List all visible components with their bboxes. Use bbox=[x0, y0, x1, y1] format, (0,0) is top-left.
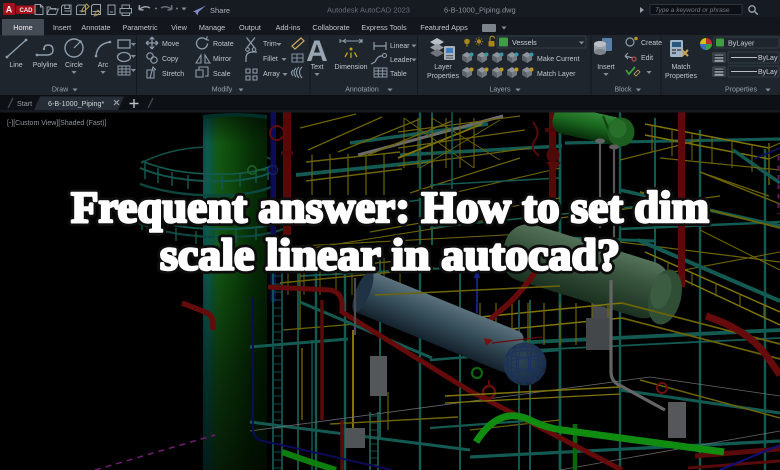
svg-text:ByLayer: ByLayer bbox=[728, 39, 755, 48]
svg-text:Trim: Trim bbox=[263, 41, 277, 48]
svg-text:Text: Text bbox=[311, 64, 324, 71]
svg-text:Properties: Properties bbox=[725, 87, 757, 94]
svg-text:Annotate: Annotate bbox=[81, 23, 110, 32]
svg-text:Insert: Insert bbox=[53, 23, 71, 32]
svg-text:Create: Create bbox=[641, 40, 662, 47]
svg-text:Share: Share bbox=[210, 6, 230, 15]
svg-text:Home: Home bbox=[13, 23, 32, 32]
svg-text:Vessels: Vessels bbox=[512, 38, 537, 47]
svg-text:Layers: Layers bbox=[489, 87, 511, 94]
svg-text:Output: Output bbox=[239, 23, 261, 32]
svg-text:A: A bbox=[6, 5, 13, 15]
svg-text:View: View bbox=[171, 23, 187, 32]
svg-text:Annotation: Annotation bbox=[345, 87, 379, 94]
svg-text:Linear: Linear bbox=[390, 43, 410, 50]
svg-text:ByLay: ByLay bbox=[758, 69, 778, 76]
svg-text:Properties: Properties bbox=[665, 73, 697, 80]
svg-text:Add-ins: Add-ins bbox=[276, 23, 301, 32]
svg-text:6-B-1000_Piping*: 6-B-1000_Piping* bbox=[48, 99, 105, 108]
svg-text:Start: Start bbox=[17, 99, 32, 108]
svg-text:[-][Custom View][Shaded (Fast): [-][Custom View][Shaded (Fast)] bbox=[7, 120, 107, 127]
svg-text:Make Current: Make Current bbox=[537, 56, 579, 63]
svg-text:Type a keyword or phrase: Type a keyword or phrase bbox=[655, 7, 730, 14]
svg-text:Modify: Modify bbox=[212, 87, 233, 94]
svg-text:Stretch: Stretch bbox=[162, 71, 184, 78]
svg-text:Line: Line bbox=[9, 62, 22, 69]
svg-text:Edit: Edit bbox=[641, 55, 653, 62]
svg-text:Collaborate: Collaborate bbox=[312, 23, 349, 32]
svg-text:Frequent answer: How to set di: Frequent answer: How to set dim bbox=[71, 183, 709, 232]
svg-text:Express Tools: Express Tools bbox=[361, 23, 407, 32]
svg-text:Rotate: Rotate bbox=[213, 41, 234, 48]
svg-text:CAD: CAD bbox=[20, 8, 34, 14]
svg-text:Scale: Scale bbox=[213, 71, 231, 78]
svg-text:Circle: Circle bbox=[65, 62, 83, 69]
svg-text:Array: Array bbox=[263, 71, 280, 78]
svg-text:Leader: Leader bbox=[390, 57, 412, 64]
svg-text:Copy: Copy bbox=[162, 56, 179, 63]
svg-text:Move: Move bbox=[162, 41, 179, 48]
svg-text:Match Layer: Match Layer bbox=[537, 71, 576, 78]
svg-text:Table: Table bbox=[390, 71, 407, 78]
svg-text:Match: Match bbox=[671, 64, 690, 71]
svg-text:Draw: Draw bbox=[52, 87, 69, 94]
svg-text:Polyline: Polyline bbox=[33, 62, 58, 69]
svg-text:Block: Block bbox=[614, 87, 632, 94]
svg-text:Properties: Properties bbox=[427, 73, 459, 80]
svg-text:Autodesk AutoCAD 2023: Autodesk AutoCAD 2023 bbox=[327, 6, 410, 15]
svg-text:Manage: Manage bbox=[199, 23, 225, 32]
svg-text:ByLay: ByLay bbox=[758, 55, 778, 62]
svg-text:6-B-1000_Piping.dwg: 6-B-1000_Piping.dwg bbox=[444, 6, 516, 15]
svg-text:scale linear in autocad?: scale linear in autocad? bbox=[160, 231, 620, 280]
svg-text:Layer: Layer bbox=[434, 64, 452, 71]
svg-text:Fillet: Fillet bbox=[263, 56, 278, 63]
svg-text:Arc: Arc bbox=[98, 62, 109, 69]
svg-text:Dimension: Dimension bbox=[334, 64, 367, 71]
svg-text:Mirror: Mirror bbox=[213, 56, 232, 63]
svg-text:Insert: Insert bbox=[597, 64, 615, 71]
svg-text:Parametric: Parametric bbox=[122, 23, 158, 32]
svg-text:Featured Apps: Featured Apps bbox=[420, 23, 468, 32]
